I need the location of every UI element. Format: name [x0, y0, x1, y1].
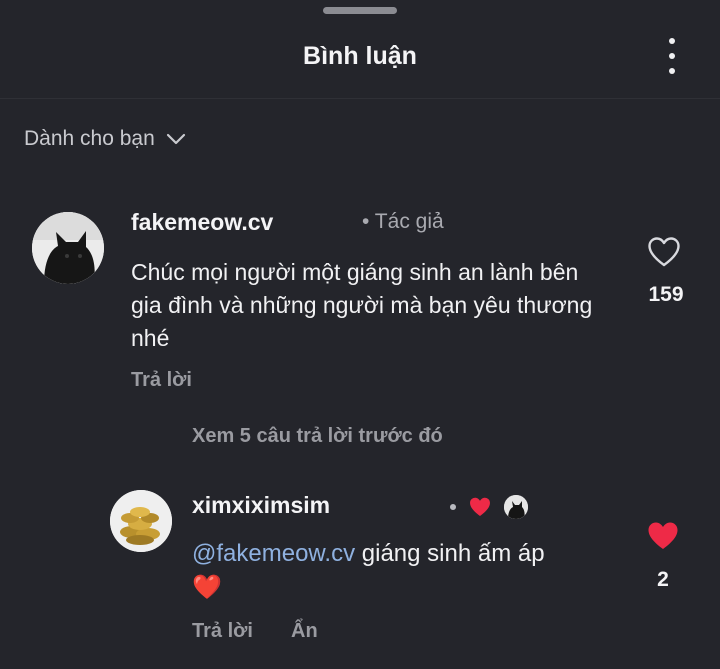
sort-filter-dropdown[interactable]: Dành cho bạn	[24, 127, 187, 151]
comment-text: Chúc mọi người một giáng sinh an lành bê…	[131, 259, 593, 351]
header-divider	[0, 98, 720, 99]
reply-button[interactable]: Trả lời	[192, 620, 253, 643]
hide-button[interactable]: Ẩn	[291, 620, 318, 643]
heart-outline-icon[interactable]	[647, 236, 681, 268]
author-badge: • Tác giả	[362, 210, 444, 233]
reply-button[interactable]: Trả lời	[131, 369, 192, 392]
reply-body: giáng sinh ấm áp	[355, 540, 545, 567]
sheet-grabber[interactable]	[323, 7, 397, 14]
avatar[interactable]	[110, 490, 172, 552]
more-options-button[interactable]	[662, 38, 682, 74]
chevron-down-icon	[166, 133, 185, 145]
reply-badges	[450, 495, 528, 519]
sheet-title: Bình luận	[303, 42, 417, 70]
avatar[interactable]	[32, 212, 104, 284]
heart-filled-icon[interactable]	[646, 520, 680, 552]
heart-emoji: ❤️	[192, 574, 222, 601]
like-count: 2	[657, 568, 669, 591]
view-previous-replies[interactable]: Xem 5 câu trả lời trước đó	[192, 425, 443, 448]
sort-filter-label: Dành cho bạn	[24, 127, 155, 150]
comment-username[interactable]: fakemeow.cv	[131, 209, 273, 236]
mention-link[interactable]: @fakemeow.cv	[192, 540, 355, 567]
coins-avatar-image	[110, 490, 172, 552]
reply-text: @fakemeow.cv giáng sinh ấm áp ❤️	[192, 537, 632, 605]
reply-username[interactable]: ximxiximsim	[192, 492, 330, 519]
like-count: 159	[648, 283, 684, 306]
cat-avatar-image	[32, 212, 104, 284]
separator-dot	[450, 504, 456, 510]
creator-liked-heart-icon	[470, 497, 490, 516]
creator-mini-avatar	[504, 495, 528, 519]
